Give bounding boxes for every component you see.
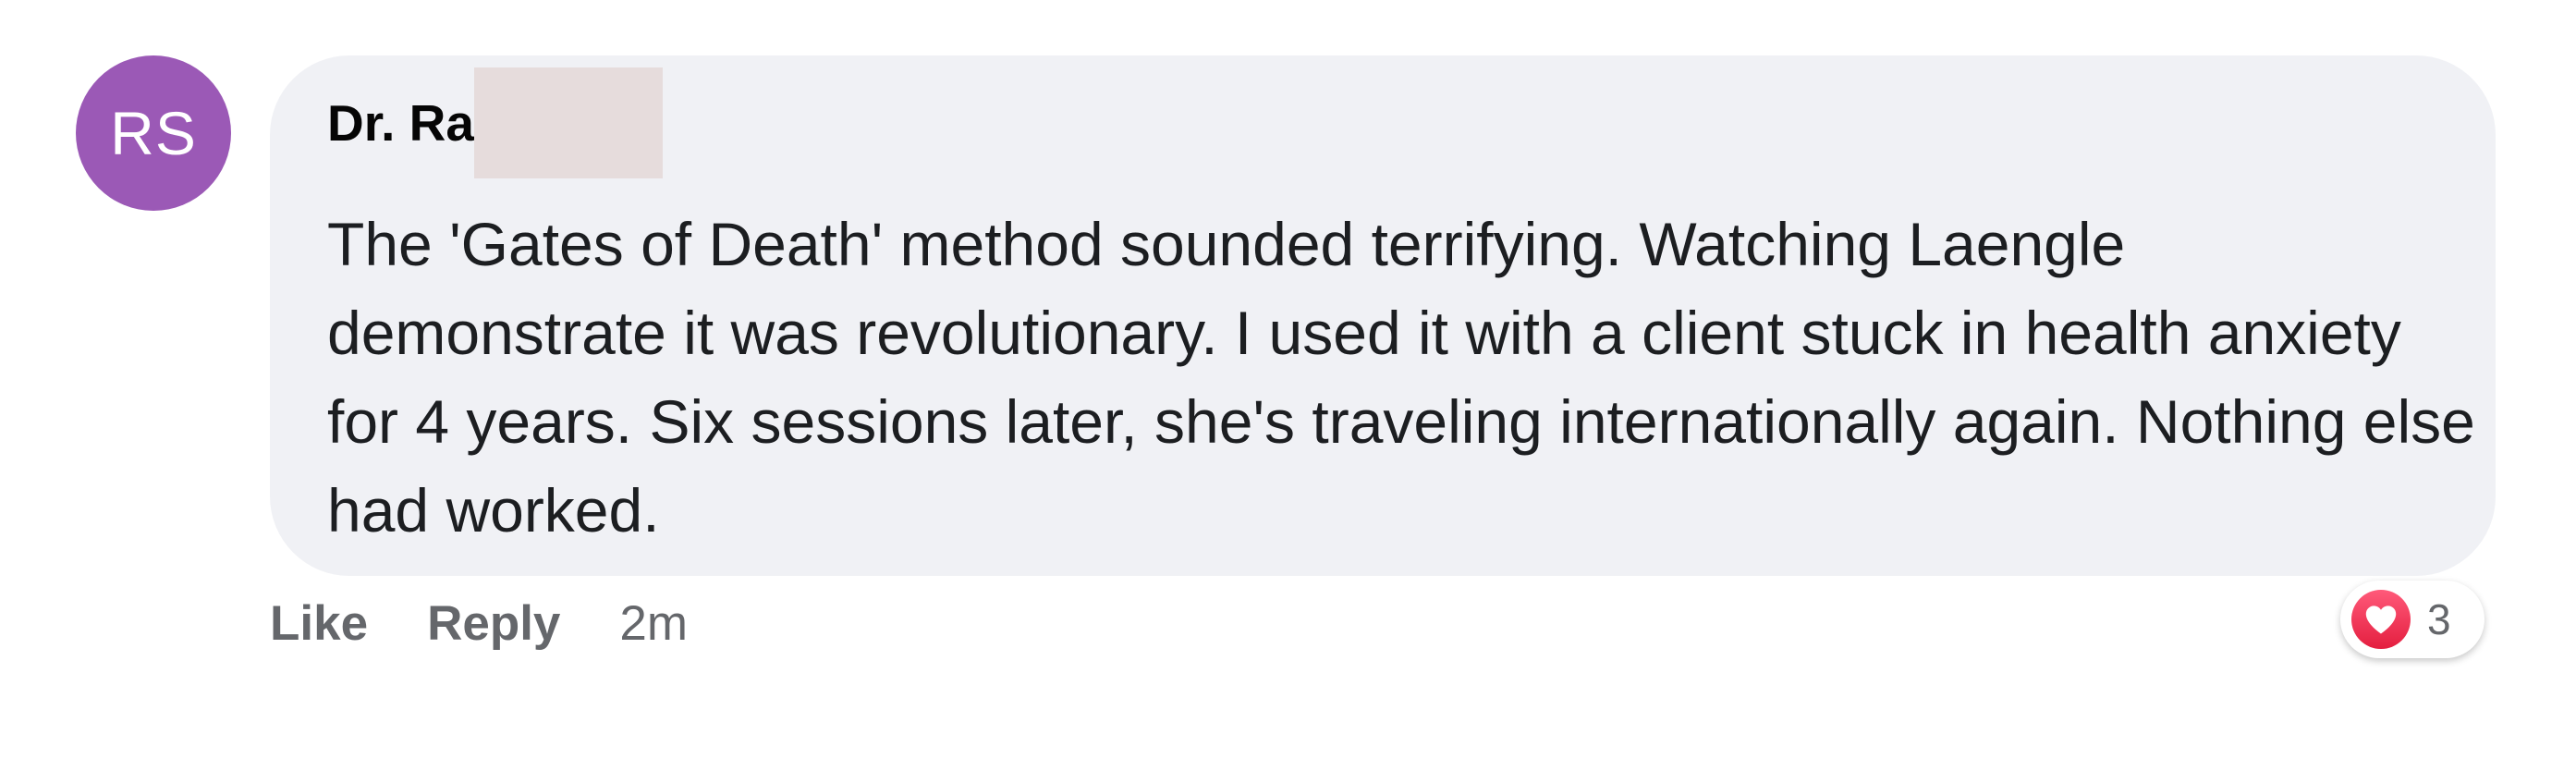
avatar[interactable]: RS [76,55,231,211]
author-row: Dr. Ra [327,67,663,179]
comment-actions: Like Reply 2m [270,590,688,656]
author-name[interactable]: Dr. Ra [327,97,474,149]
reaction-count: 3 [2427,595,2451,643]
comment-bubble: Dr. Ra The 'Gates of Death' method sound… [270,55,2496,576]
reaction-summary[interactable]: 3 [2340,581,2484,658]
reply-button[interactable]: Reply [427,595,560,652]
redaction-block [473,67,663,178]
heart-icon [2351,590,2411,649]
comment-timestamp[interactable]: 2m [619,595,688,652]
avatar-initials: RS [110,99,197,167]
like-button[interactable]: Like [270,595,368,652]
comment-text: The 'Gates of Death' method sounded terr… [327,210,2475,544]
